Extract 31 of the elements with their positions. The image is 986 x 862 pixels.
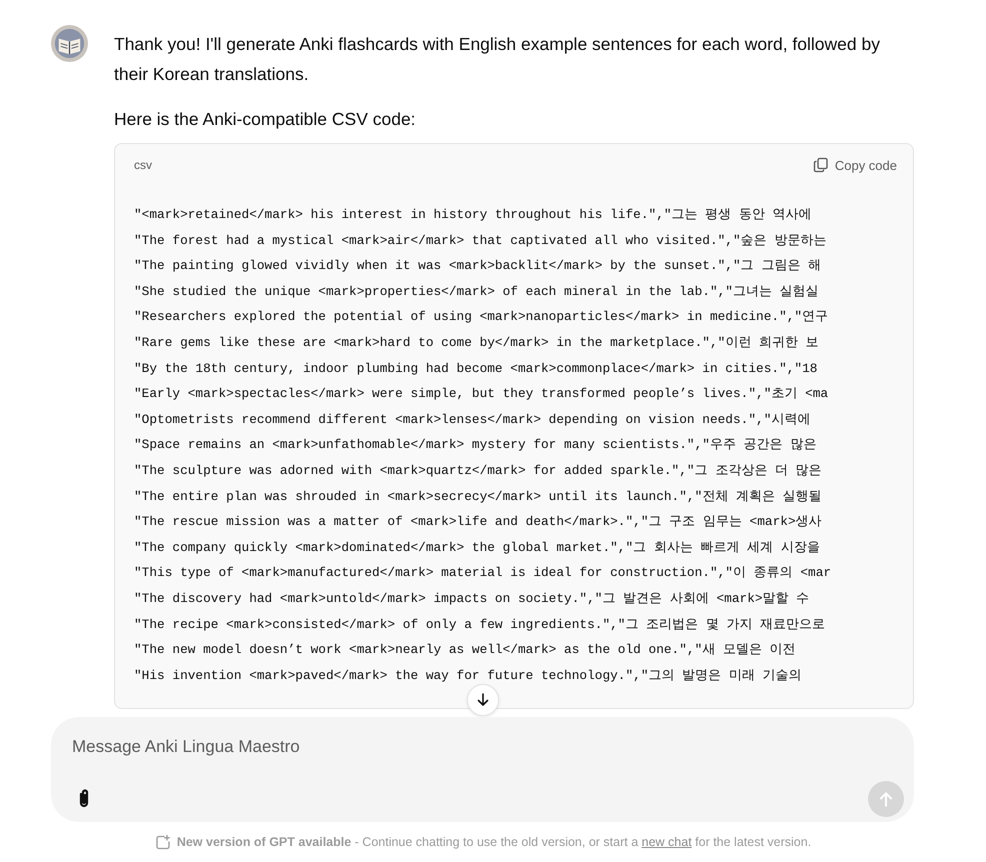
code-line: "Space remains an <mark>unfathomable</mark> mystery for many scientists.","우주 공간은 많은 xyxy=(134,437,816,452)
code-line: "The discovery had <mark>untold</mark> impacts on society.","그 발견은 사회에 <mark>말할 수 xyxy=(134,590,810,606)
code-line: "The forest had a mystical <mark>air</mark> that captivated all who visited.","숲은 방문하는 xyxy=(134,232,826,248)
message-text: Here is the Anki-compatible CSV code: xyxy=(114,108,417,131)
code-line: "The rescue mission was a matter of <mark>life and death</mark>.","그 구조 임무는 <mark>생사 xyxy=(134,514,822,530)
version-notice: New version of GPT available - Continue chatting to use the old version, or start a new chat for the latest version. xyxy=(176,835,812,849)
new-chat-icon xyxy=(154,834,171,850)
code-line: "Researchers explored the potential of using <mark>nanoparticles</mark> in medicine.","연구 xyxy=(134,309,828,324)
code-line: "The recipe <mark>consisted</mark> of only a few ingredients.","그 조리법은 몇 가지 재료만으로 xyxy=(134,616,826,632)
down-arrow-icon xyxy=(475,692,491,708)
code-line: "The entire plan was shrouded in <mark>secrecy</mark> until its launch.","전체 계획은 실행될 xyxy=(134,488,822,504)
copy-code-button[interactable]: Copy code xyxy=(812,157,897,173)
new-chat-link[interactable]: new chat xyxy=(642,835,692,849)
message-input[interactable]: Message Anki Lingua Maestro xyxy=(72,735,904,759)
code-language: csv xyxy=(134,158,152,172)
code-line: "The sculpture was adorned with <mark>quartz</mark> for added sparkle.","그 조각상은 더 많은 xyxy=(134,462,822,478)
code-line: "<mark>retained</mark> his interest in history throughout his life.","그는 평생 동안 역사에 xyxy=(134,207,812,222)
code-line: "The company quickly <mark>dominated</mark> the global market.","그 회사는 빠르게 세계 시장을 xyxy=(134,540,820,555)
code-line: "By the 18th century, indoor plumbing had become <mark>commonplace</mark> in cities.","18 xyxy=(134,360,818,376)
book-avatar-icon xyxy=(51,25,88,62)
message-text: Thank you! I'll generate Anki flashcards with English example sentences for each word, followed by their Korean translations. xyxy=(114,33,881,86)
code-line: "The new model doesn’t work <mark>nearly as well</mark> as the old one.","새 모델은 이전 xyxy=(134,642,796,658)
code-line: "Rare gems like these are <mark>hard to come by</mark> in the marketplace.","이런 희귀한 보 xyxy=(134,334,819,350)
code-line: "This type of <mark>manufactured</mark> material is ideal for construction.","이 종류의 <mar xyxy=(134,565,832,580)
code-line: "She studied the unique <mark>properties</mark> of each mineral in the lab.","그녀는 실험실 xyxy=(134,284,819,299)
up-arrow-icon xyxy=(877,790,895,808)
code-line: "His invention <mark>paved</mark> the way for future technology.","그의 발명은 미래 기술의 xyxy=(134,668,802,683)
code-line: "Early <mark>spectacles</mark> were simple, but they transformed people’s lives.","초기 <ma xyxy=(134,386,828,402)
copy-icon xyxy=(812,157,829,173)
code-line: "Optometrists recommend different <mark>lenses</mark> depending on vision needs.","시력에 xyxy=(134,412,810,427)
code-line: "The painting glowed vividly when it was <mark>backlit</mark> by the sunset.","그 그림은 해 xyxy=(134,258,822,274)
